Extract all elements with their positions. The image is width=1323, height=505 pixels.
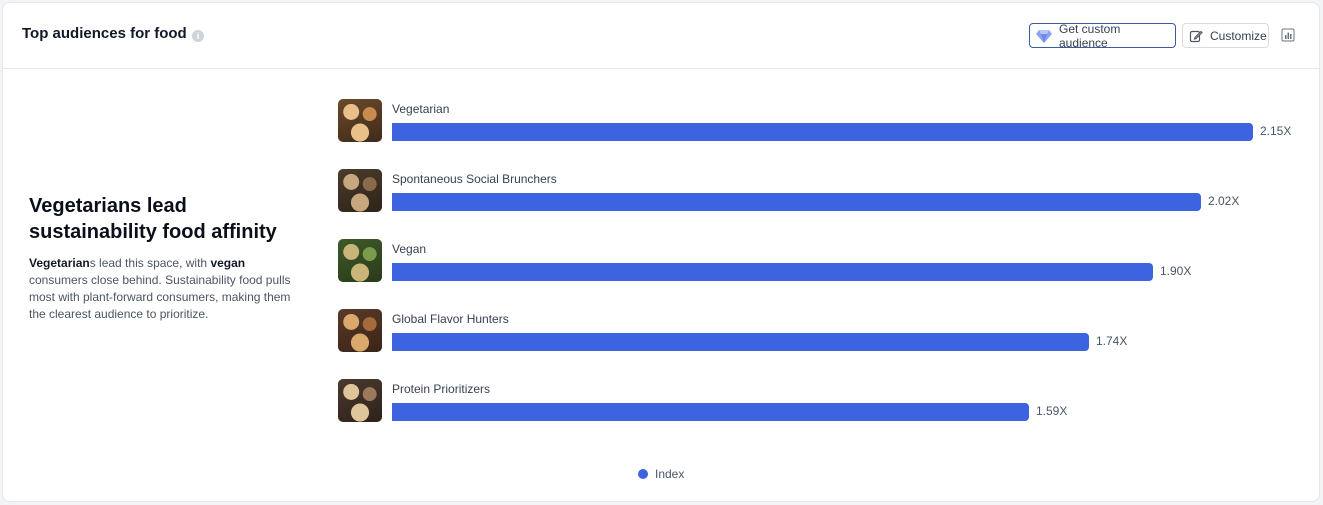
bar-category-label: Vegetarian bbox=[392, 102, 450, 116]
bar-value-label: 1.74X bbox=[1096, 334, 1128, 348]
audience-thumbnail bbox=[338, 239, 382, 282]
audience-thumbnail bbox=[338, 169, 382, 212]
bar-value-label: 1.59X bbox=[1036, 404, 1068, 418]
bar-category-label: Vegan bbox=[392, 242, 427, 256]
legend-swatch bbox=[638, 469, 648, 479]
edit-icon bbox=[1189, 30, 1203, 42]
index-bar[interactable] bbox=[392, 193, 1201, 211]
diamond-icon bbox=[1036, 29, 1052, 43]
audience-thumbnail bbox=[338, 99, 382, 142]
audience-card: Top audiences for food i Get custom audi… bbox=[2, 2, 1320, 502]
customize-label: Customize bbox=[1210, 28, 1267, 43]
customize-button[interactable]: Customize bbox=[1182, 23, 1269, 48]
bar-category-label: Protein Prioritizers bbox=[392, 382, 491, 396]
audience-bar-chart: Index Vegetarian 2.15X Spontaneous Social … bbox=[3, 70, 1319, 501]
card-title: Top audiences for food bbox=[22, 25, 187, 42]
bar-category-label: Spontaneous Social Brunchers bbox=[392, 172, 557, 186]
bar-value-label: 2.02X bbox=[1208, 194, 1240, 208]
bar-value-label: 1.90X bbox=[1160, 264, 1192, 278]
audience-thumbnail bbox=[338, 309, 382, 352]
legend-label: Index bbox=[655, 467, 685, 481]
get-custom-audience-label: Get custom audience bbox=[1059, 21, 1121, 50]
index-bar[interactable] bbox=[392, 403, 1029, 421]
info-icon[interactable]: i bbox=[192, 30, 204, 42]
bar-chart-icon[interactable] bbox=[1281, 28, 1295, 47]
index-bar[interactable] bbox=[392, 123, 1253, 141]
bar-value-label: 2.15X bbox=[1260, 124, 1292, 138]
chart-legend: Index bbox=[638, 467, 684, 481]
audience-thumbnail bbox=[338, 379, 382, 422]
bar-category-label: Global Flavor Hunters bbox=[392, 312, 509, 326]
index-bar[interactable] bbox=[392, 333, 1089, 351]
get-custom-audience-button[interactable]: Get custom audience bbox=[1029, 21, 1176, 50]
card-header: Top audiences for food i Get custom audi… bbox=[3, 3, 1319, 69]
index-bar[interactable] bbox=[392, 263, 1153, 281]
